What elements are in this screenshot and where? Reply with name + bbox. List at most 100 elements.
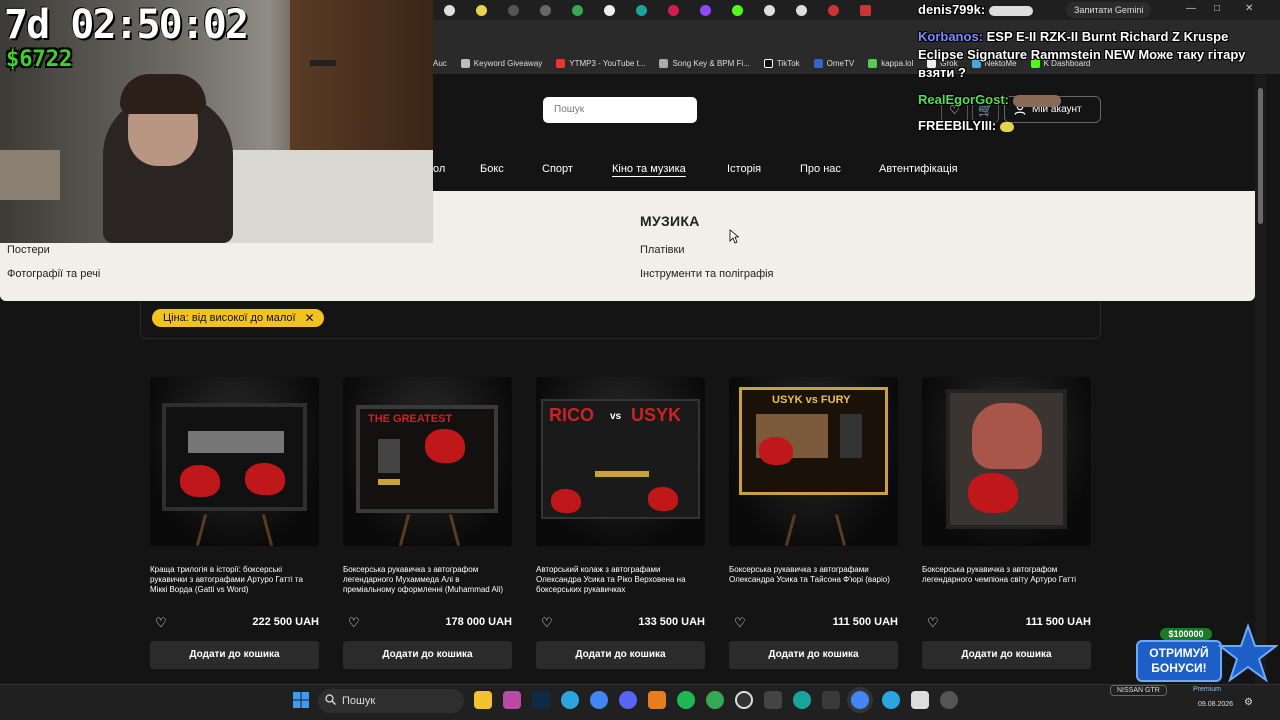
- dropdown-item-instruments[interactable]: Інструменти та поліграфія: [640, 268, 774, 280]
- tab-icon[interactable]: [689, 0, 721, 20]
- tab-icon[interactable]: [785, 0, 817, 20]
- star-logo-icon: [1218, 622, 1278, 683]
- emote-icon: [999, 121, 1014, 132]
- page-scrollbar[interactable]: [1255, 74, 1266, 684]
- terminal-icon[interactable]: [822, 691, 840, 709]
- add-to-cart-button[interactable]: Додати до кошика: [922, 641, 1091, 669]
- bookmark-item[interactable]: kappa.lol: [868, 58, 913, 68]
- tab-icon[interactable]: [497, 0, 529, 20]
- tab-icon[interactable]: [529, 0, 561, 20]
- sort-filter-chip[interactable]: Ціна: від високої до малої ✕: [152, 309, 324, 327]
- telegram-icon[interactable]: [561, 691, 579, 709]
- favorite-heart-icon[interactable]: ♡: [734, 615, 746, 631]
- product-image[interactable]: [150, 377, 319, 546]
- product-title[interactable]: Авторський колаж з автографами Олександр…: [536, 565, 705, 595]
- add-to-cart-button[interactable]: Додати до кошика: [536, 641, 705, 669]
- favorite-heart-icon[interactable]: ♡: [541, 615, 553, 631]
- chrome-icon[interactable]: [851, 691, 869, 709]
- calculator-icon[interactable]: [911, 691, 929, 709]
- settings-icon[interactable]: ⚙: [1244, 697, 1253, 708]
- close-icon[interactable]: ✕: [1245, 3, 1253, 14]
- product-price: 222 500 UAH: [252, 616, 319, 628]
- app-icon[interactable]: [735, 691, 753, 709]
- spotify-icon[interactable]: [677, 691, 695, 709]
- add-to-cart-button[interactable]: Додати до кошика: [729, 641, 898, 669]
- add-to-cart-button[interactable]: Додати до кошика: [150, 641, 319, 669]
- filter-chip-label: Ціна: від високої до малої: [163, 312, 296, 324]
- tab-icon[interactable]: [817, 0, 849, 20]
- taskbar-search[interactable]: Пошук: [318, 689, 464, 713]
- image-text-vs: vs: [610, 411, 622, 422]
- bookmark-item[interactable]: OmeTV: [813, 58, 854, 68]
- product-title[interactable]: Краща трилогія в історії: боксерські рук…: [150, 565, 319, 595]
- bookmark-item[interactable]: YTMP3 - YouTube t...: [556, 58, 645, 68]
- nav-item-partial[interactable]: ол: [433, 163, 445, 175]
- photoshop-icon[interactable]: [532, 691, 550, 709]
- nav-item-movies-music[interactable]: Кіно та музика: [612, 163, 686, 175]
- product-card[interactable]: Боксерська рукавичка з автографом легенд…: [922, 377, 1091, 669]
- product-image[interactable]: RICO vs USYK: [536, 377, 705, 546]
- file-explorer-icon[interactable]: [474, 691, 492, 709]
- add-to-cart-button[interactable]: Додати до кошика: [343, 641, 512, 669]
- dropdown-item-photos[interactable]: Фотографії та речі: [7, 268, 100, 280]
- app-icon[interactable]: [764, 691, 782, 709]
- app-icon[interactable]: [503, 691, 521, 709]
- search-input[interactable]: Пошук: [543, 97, 697, 123]
- app-icon[interactable]: [648, 691, 666, 709]
- stream-timer: 7d 02:50:02: [4, 2, 249, 48]
- favorite-heart-icon[interactable]: ♡: [155, 615, 167, 631]
- chrome-icon[interactable]: [706, 691, 724, 709]
- discord-icon[interactable]: [619, 691, 637, 709]
- image-text-usyk-vs-fury: USYK vs FURY: [772, 394, 851, 406]
- product-title[interactable]: Боксерська рукавичка з автографом легенд…: [922, 565, 1091, 585]
- minimize-icon[interactable]: —: [1186, 3, 1196, 14]
- app-icon[interactable]: [793, 691, 811, 709]
- product-image[interactable]: [922, 377, 1091, 546]
- product-price: 133 500 UAH: [638, 616, 705, 628]
- telegram-icon[interactable]: [882, 691, 900, 709]
- bonus-widget[interactable]: ОТРИМУЙ БОНУСИ!: [1136, 640, 1222, 682]
- tab-icon[interactable]: [721, 0, 753, 20]
- nav-item-history[interactable]: Історія: [727, 163, 761, 175]
- nav-item-boxing[interactable]: Бокс: [480, 163, 504, 175]
- scrollbar-thumb[interactable]: [1258, 88, 1263, 224]
- product-card[interactable]: THE GREATEST Боксерська рукавичка з авто…: [343, 377, 512, 669]
- nav-item-authentication[interactable]: Автентифікація: [879, 163, 958, 175]
- tab-icon[interactable]: [849, 0, 881, 20]
- product-title[interactable]: Боксерська рукавичка з автографами Олекс…: [729, 565, 898, 585]
- ask-gemini-button[interactable]: Запитати Gemini: [1066, 2, 1152, 18]
- tab-icon[interactable]: [433, 0, 465, 20]
- product-card[interactable]: Краща трилогія в історії: боксерські рук…: [150, 377, 319, 669]
- windows-start-icon[interactable]: [293, 692, 309, 708]
- maximize-icon[interactable]: □: [1214, 3, 1220, 14]
- emote-icon: [988, 5, 1033, 16]
- dropdown-item-records[interactable]: Платівки: [640, 244, 684, 256]
- favorite-heart-icon[interactable]: ♡: [348, 615, 360, 631]
- tab-icon[interactable]: [625, 0, 657, 20]
- product-title[interactable]: Боксерська рукавичка з автографом легенд…: [343, 565, 512, 595]
- chat-message: denis799k:: [918, 2, 1033, 17]
- bookmark-item[interactable]: TikTok: [763, 58, 800, 68]
- tab-icon[interactable]: [465, 0, 497, 20]
- tab-icon[interactable]: [657, 0, 689, 20]
- dropdown-item-posters[interactable]: Постери: [7, 244, 50, 256]
- favorite-heart-icon[interactable]: ♡: [927, 615, 939, 631]
- bonus-amount-badge: $100000: [1160, 628, 1212, 640]
- chrome-icon[interactable]: [590, 691, 608, 709]
- product-image[interactable]: USYK vs FURY: [729, 377, 898, 546]
- product-card[interactable]: USYK vs FURY Боксерська рукавичка з авто…: [729, 377, 898, 669]
- remove-filter-icon[interactable]: ✕: [304, 309, 314, 327]
- taskbar-search-label: Пошук: [342, 695, 376, 707]
- tab-icon[interactable]: [561, 0, 593, 20]
- bookmark-item[interactable]: Keyword Giveaway: [460, 58, 542, 68]
- tab-icon[interactable]: [753, 0, 785, 20]
- nav-item-about[interactable]: Про нас: [800, 163, 841, 175]
- tab-icon[interactable]: [593, 0, 625, 20]
- product-image[interactable]: THE GREATEST: [343, 377, 512, 546]
- nav-item-sport[interactable]: Спорт: [542, 163, 573, 175]
- product-card[interactable]: RICO vs USYK Авторський колаж з автограф…: [536, 377, 705, 669]
- windows-taskbar: [0, 684, 1280, 720]
- bookmark-item[interactable]: Song Key & BPM Fi...: [659, 58, 750, 68]
- bookmark-item[interactable]: Auc: [433, 59, 447, 68]
- media-player-icon[interactable]: [940, 691, 958, 709]
